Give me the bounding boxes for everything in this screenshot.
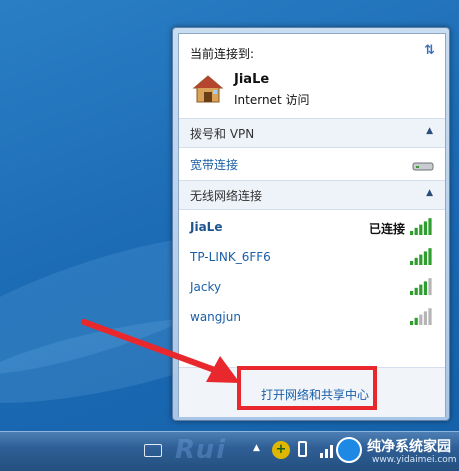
signal-bar <box>410 291 414 295</box>
show-hidden-icons-icon[interactable]: ▲ <box>253 443 260 453</box>
security-shield-icon[interactable]: + <box>272 441 290 459</box>
refresh-icon[interactable]: ⇅ <box>424 43 435 58</box>
signal-bar <box>414 287 418 295</box>
signal-bar <box>423 221 427 235</box>
network-flyout: 当前连接到: ⇅ JiaLe Internet 访问 拨号和 VPN ▲ 宽带连… <box>172 27 450 421</box>
wifi-network-row[interactable]: wangjun <box>179 304 445 332</box>
signal-bar <box>419 284 423 295</box>
connected-network-name: JiaLe <box>234 72 270 87</box>
signal-bar <box>428 248 432 265</box>
current-connection-label: 当前连接到: <box>190 47 255 61</box>
signal-bar <box>414 317 418 325</box>
wifi-network-ssid: JiaLe <box>190 220 223 234</box>
wifi-network-ssid: Jacky <box>190 280 222 294</box>
brand-url: www.yidaimei.com <box>372 455 457 465</box>
brand-name: 纯净系统家园 <box>367 439 451 455</box>
signal-bar <box>428 308 432 325</box>
signal-bar <box>428 278 432 295</box>
signal-bar <box>410 261 414 265</box>
signal-bar <box>423 251 427 265</box>
wifi-signal-icon <box>410 308 432 325</box>
watermark-text: Rui <box>175 435 228 465</box>
wifi-network-row[interactable]: JiaLe 已连接 <box>179 214 445 242</box>
signal-bar <box>423 281 427 295</box>
wireless-header-label: 无线网络连接 <box>190 189 263 203</box>
broadband-connection-item[interactable]: 宽带连接 <box>190 156 238 173</box>
signal-bar <box>423 311 427 325</box>
modem-icon <box>412 162 434 171</box>
brand-logo-icon <box>336 437 362 463</box>
open-network-sharing-center-link[interactable]: 打开网络和共享中心 <box>261 386 369 403</box>
wireless-header[interactable]: 无线网络连接 ▲ <box>179 180 445 210</box>
flyout-footer: 打开网络和共享中心 <box>179 367 445 417</box>
dialup-vpn-header[interactable]: 拨号和 VPN ▲ <box>179 118 445 148</box>
signal-bar <box>414 257 418 265</box>
keyboard-icon[interactable] <box>144 444 162 457</box>
signal-bar <box>410 321 414 325</box>
wifi-network-row[interactable]: Jacky <box>179 274 445 302</box>
wifi-network-row[interactable]: TP-LINK_6FF6 <box>179 244 445 272</box>
network-tray-icon[interactable] <box>318 440 338 460</box>
wifi-connected-status: 已连接 <box>368 222 405 236</box>
chevron-up-icon[interactable]: ▲ <box>426 126 433 136</box>
connection-access-status: Internet 访问 <box>234 93 310 107</box>
signal-bar <box>419 314 423 325</box>
signal-bar <box>414 227 418 235</box>
wifi-signal-icon <box>410 278 432 295</box>
dialup-vpn-header-label: 拨号和 VPN <box>190 127 255 141</box>
wifi-network-ssid: wangjun <box>190 310 241 324</box>
battery-icon[interactable] <box>298 441 307 457</box>
flyout-panel: 当前连接到: ⇅ JiaLe Internet 访问 拨号和 VPN ▲ 宽带连… <box>178 33 446 417</box>
taskbar: Rui ▲ + 纯净系统家园 www.yidaimei.com <box>0 431 459 471</box>
wifi-network-ssid: TP-LINK_6FF6 <box>190 250 271 264</box>
wifi-signal-icon <box>410 248 432 265</box>
signal-bar <box>419 254 423 265</box>
signal-bar <box>428 218 432 235</box>
chevron-up-icon[interactable]: ▲ <box>426 188 433 198</box>
signal-bar <box>410 231 414 235</box>
signal-bar <box>419 224 423 235</box>
wifi-signal-icon <box>410 218 432 235</box>
house-icon <box>192 75 224 103</box>
